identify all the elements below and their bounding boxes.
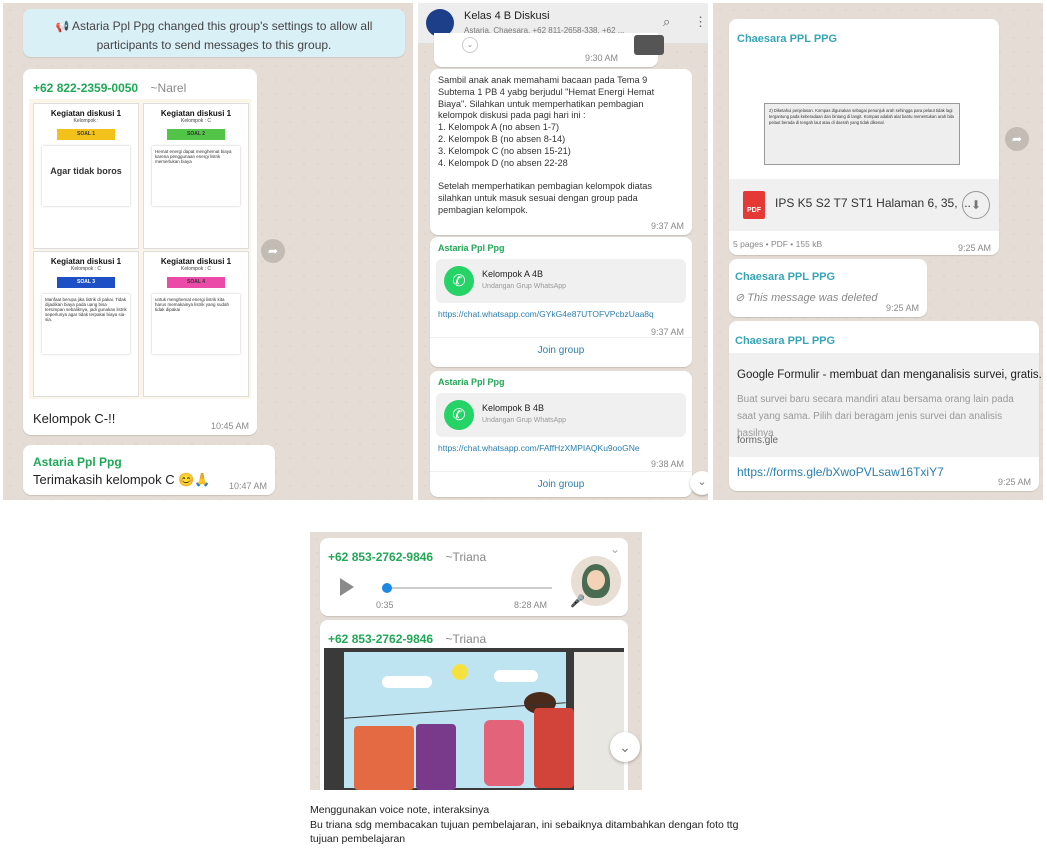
group-invite-card[interactable]: ✆ Kelompok A 4B Undangan Grup WhatsApp [436,259,686,303]
scroll-down-button[interactable]: ⌄ [610,732,640,762]
message-announcement[interactable]: Sambil anak anak memahami bacaan pada Te… [430,69,692,235]
card-group: Kelompok : [73,118,99,124]
message-deleted: Chaesara PPL PPG ⊘ This message was dele… [729,259,927,317]
announcement-line: Setelah memperhatikan pembagian kelompok… [438,181,652,192]
message-time: 10:47 AM [228,481,267,491]
card-answer: Manfaat berupa jika listrik di pakai. Ti… [42,294,130,354]
mic-icon: 🎤 [570,594,585,608]
message-invite-kelompok-a[interactable]: Astaria Ppl Ppg ✆ Kelompok A 4B Undangan… [430,237,692,367]
document-preview[interactable]: 2) Diketahui penjelasan. Kompas digunaka… [764,103,960,165]
announcement-line: 1. Kelompok A (no absen 1-7) [438,122,560,133]
group-title[interactable]: Kelas 4 B Diskusi [464,10,550,22]
deleted-icon: ⊘ [735,292,745,304]
pdf-icon: PDF [743,191,765,219]
forward-icon[interactable]: ➦ [1005,127,1029,151]
announcement-line: Sambil anak anak memahami bacaan pada Te… [438,75,648,85]
search-icon[interactable]: ⌕ [663,14,670,30]
audio-progress-handle[interactable] [382,583,393,593]
announcement-line [438,169,654,181]
message-voice-note[interactable]: +62 853-2762-9846 ~Triana ⌄ 0:35 8:28 AM… [320,538,628,616]
document-filename: IPS K5 S2 T7 ST1 Halaman 6, 35, ... [775,196,971,210]
discussion-card: Kegiatan diskusi 1 Kelompok : C SOAL 2 Hema… [143,103,249,249]
message-document[interactable]: Chaesara PPL PPG 2) Diketahui penjelasan… [729,19,999,255]
card-answer: untuk menghemat energi listrik kita haru… [152,294,240,354]
chat-panel-kelompok-c: 📢 Astaria Ppl Ppg changed this group's s… [3,3,413,500]
whatsapp-icon: ✆ [444,266,474,296]
menu-icon[interactable]: ⋮ [694,14,707,30]
announcement-line: pembagian kelompok. [438,204,528,215]
card-title: Kegiatan diskusi 1 [50,109,122,118]
join-group-button[interactable]: Join group [430,345,692,356]
discussion-card: Kegiatan diskusi 1 Kelompok : C SOAL 4 untu… [143,251,249,397]
announcement-line: 2. Kelompok B (no absen 8-14) [438,133,566,144]
download-icon[interactable]: ⬇ [962,191,990,219]
shared-image-illustration[interactable] [324,648,624,790]
message-image[interactable]: +62 853-2762-9846 ~Triana [320,620,628,790]
thumbnail[interactable] [634,35,664,55]
message-terimakasih[interactable]: Astaria Ppl Ppg Terimakasih kelompok C 😊… [23,445,275,495]
card-question-tag: SOAL 2 [167,129,225,140]
chat-panel-voice-note: +62 853-2762-9846 ~Triana ⌄ 0:35 8:28 AM… [310,532,642,790]
message-sender[interactable]: +62 822-2359-0050 ~Narel [33,79,186,97]
card-title: Kegiatan diskusi 1 [160,257,232,266]
announcement-line: Subtema 1 PB 4 yabg berjudul "Hemat Ener… [438,86,655,97]
discussion-card: Kegiatan diskusi 1 Kelompok : SOAL 1 Agar t… [33,103,139,249]
play-icon[interactable] [340,578,354,596]
discussion-card: Kegiatan diskusi 1 Kelompok : C SOAL 3 Manf… [33,251,139,397]
card-title: Kegiatan diskusi 1 [160,109,232,118]
card-group: Kelompok : C [180,266,211,272]
audio-progress-track[interactable] [382,587,552,589]
announcement-line: 3. Kelompok C (no absen 15-21) [438,145,571,156]
chevron-down-icon[interactable]: ⌄ [610,542,620,556]
announcement-line: 4. Kelompok D (no absen 22-28 [438,157,568,168]
message-time: 10:45 AM [210,421,249,431]
message-invite-kelompok-b[interactable]: Astaria Ppl Ppg ✆ Kelompok B 4B Undangan… [430,371,692,497]
shared-image[interactable]: Kegiatan diskusi 1 Kelompok : SOAL 1 Agar t… [29,99,251,399]
card-answer: Hemat energi dapat menghemat biaya karen… [152,146,240,206]
reviewer-caption: Menggunakan voice note, interaksinya Bu … [310,804,739,845]
message-time: 8:28 AM [514,600,548,610]
announcement-line: Biaya". Silahkan untuk memperhatikan pem… [438,98,644,109]
join-group-button[interactable]: Join group [430,479,692,490]
message-top-partial[interactable]: ⌄ 9:30 AM [434,33,664,67]
card-group: Kelompok : C [180,118,211,124]
audio-duration: 0:35 [376,600,394,610]
announcement-line: kelompok diskusi pada pagi hari ini : [438,110,586,121]
card-question-tag: SOAL 3 [57,277,115,288]
invite-link[interactable]: https://chat.whatsapp.com/GYkG4e87UTOFVP… [438,309,654,319]
announcement-line: silahkan untuk masuk sesuai dengan group… [438,192,638,203]
message-text: Terimakasih kelompok C 😊🙏 [33,472,211,487]
document-meta: 5 pages • PDF • 155 kB [733,239,823,249]
chat-panel-kelas-4b: Kelas 4 B Diskusi Astaria, Chaesara, +62… [418,3,708,500]
message-caption: Kelompok C-!! [33,411,116,426]
card-question-tag: SOAL 1 [57,129,115,140]
message-sender[interactable]: Astaria Ppl Ppg [33,455,122,469]
announcement-text: Sambil anak anak memahami bacaan pada Te… [438,75,654,217]
message-image-kelompok-c[interactable]: +62 822-2359-0050 ~Narel Kegiatan diskus… [23,69,257,435]
card-group: Kelompok : C [70,266,101,272]
card-answer: Agar tidak boros [42,146,130,206]
card-question-tag: SOAL 4 [167,277,225,288]
chat-panel-chaesara: Chaesara PPL PPG 2) Diketahui penjelasan… [713,3,1043,500]
card-title: Kegiatan diskusi 1 [50,257,122,266]
megaphone-icon: 📢 [55,21,70,33]
system-message: 📢 Astaria Ppl Ppg changed this group's s… [23,9,405,57]
chevron-down-icon[interactable]: ⌄ [462,37,478,53]
message-google-form-link[interactable]: Chaesara PPL PPG Google Formulir - membu… [729,321,1042,491]
whatsapp-icon: ✆ [444,400,474,430]
invite-link[interactable]: https://chat.whatsapp.com/FAffHzXMPIAQKu… [438,443,640,453]
document-card[interactable]: PDF IPS K5 S2 T7 ST1 Halaman 6, 35, ... … [729,179,999,231]
forward-icon[interactable]: ➦ [261,239,285,263]
group-invite-card[interactable]: ✆ Kelompok B 4B Undangan Grup WhatsApp [436,393,686,437]
form-link[interactable]: https://forms.gle/bXwoPVLsaw16TxiY7 [737,465,944,479]
link-preview[interactable]: Google Formulir - membuat dan menganalis… [729,353,1042,457]
scroll-down-button[interactable]: ⌄ [690,471,708,495]
